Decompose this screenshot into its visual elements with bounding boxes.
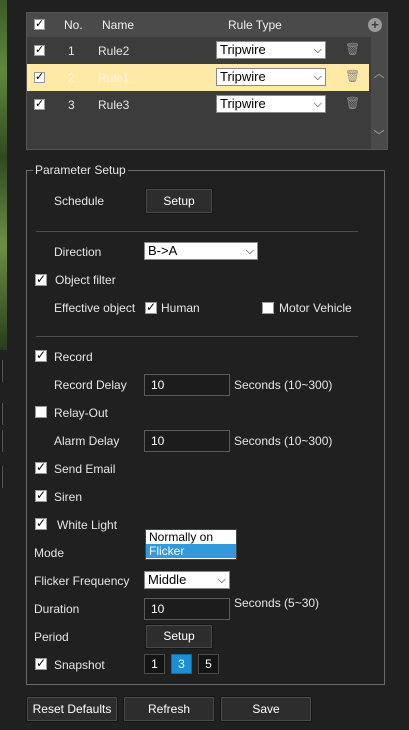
schedule-label: Schedule [54,194,105,208]
rule-type-select[interactable]: Tripwire ⌵ [216,95,326,113]
chevron-down-icon: ⌵ [245,244,254,257]
trash-icon[interactable]: 🗑 [345,70,360,83]
select-all-checkbox[interactable] [34,17,45,30]
reset-defaults-button[interactable]: Reset Defaults [26,696,118,722]
row-checkbox[interactable] [34,70,45,83]
row-name: Rule2 [98,44,130,58]
alarm-delay-unit: Seconds (10~300) [234,434,333,448]
row-checkbox[interactable] [34,43,45,56]
rule-type-select[interactable]: Tripwire ⌵ [216,68,326,86]
table-scrollbar[interactable]: ︿ ﹀ [371,37,387,149]
human-label: Human [161,301,200,315]
snapshot-option-5[interactable]: 5 [198,654,219,674]
white-light-checkbox[interactable] [35,516,47,530]
table-header: No. Name Rule Type + [27,13,387,37]
snapshot-option-3[interactable]: 3 [171,654,192,674]
add-rule-icon[interactable]: + [368,18,382,32]
record-delay-unit: Seconds (10~300) [234,378,333,392]
flicker-frequency-label: Flicker Frequency [34,574,130,588]
alarm-delay-label: Alarm Delay [54,434,120,448]
panel-title: Parameter Setup [33,163,128,177]
row-name: Rule3 [98,98,130,112]
record-delay-label: Record Delay [54,378,127,392]
row-no: 3 [68,98,75,112]
schedule-setup-button[interactable]: Setup [145,188,213,214]
preview-marker [0,403,3,425]
effective-object-label: Effective object [54,301,136,315]
mode-label: Mode [34,546,65,560]
mode-option-flicker[interactable]: Flicker [146,544,236,558]
preview-marker [0,430,3,452]
snapshot-label: Snapshot [54,658,105,672]
table-row[interactable]: 3 Rule3 Tripwire ⌵ 🗑 [27,91,369,118]
period-label: Period [34,630,69,644]
camera-preview [0,0,7,350]
relay-out-checkbox[interactable] [35,406,47,418]
relay-out-label: Relay-Out [54,406,109,420]
period-setup-button[interactable]: Setup [145,624,213,649]
chevron-down-icon[interactable]: ﹀ [373,127,385,143]
save-button[interactable]: Save [220,696,312,722]
chevron-down-icon: ⌵ [313,70,322,83]
record-checkbox[interactable] [35,348,47,362]
human-checkbox[interactable] [145,300,157,314]
record-delay-input[interactable]: 10 [144,374,230,396]
chevron-down-icon: ⌵ [313,43,322,56]
chevron-down-icon: ⌵ [217,573,226,586]
snapshot-checkbox[interactable] [35,656,47,670]
flicker-frequency-select[interactable]: Middle ⌵ [144,571,230,589]
alarm-delay-input[interactable]: 10 [144,430,230,452]
snapshot-option-1[interactable]: 1 [144,654,165,674]
rule-type-value: Tripwire [220,42,266,57]
object-filter-label: Object filter [55,273,116,287]
send-email-checkbox[interactable] [35,460,47,474]
chevron-down-icon: ⌵ [313,97,322,110]
direction-label: Direction [54,245,102,259]
row-name: Rule1 [98,71,130,85]
row-no: 1 [68,44,75,58]
duration-label: Duration [34,602,80,616]
header-name: Name [102,18,135,32]
motor-vehicle-checkbox[interactable] [262,302,274,314]
trash-icon[interactable]: 🗑 [345,97,360,110]
siren-label: Siren [54,490,83,504]
chevron-up-icon[interactable]: ︿ [373,65,385,81]
mode-option-normally-on[interactable]: Normally on [146,530,236,544]
rule-type-select[interactable]: Tripwire ⌵ [216,41,326,59]
send-email-label: Send Email [54,462,116,476]
record-label: Record [54,350,93,364]
siren-checkbox[interactable] [35,488,47,502]
mode-dropdown-list[interactable]: Normally on Flicker [145,529,237,560]
rule-table: No. Name Rule Type + 1 Rule2 Tripwire ⌵ … [26,12,388,150]
motor-vehicle-label: Motor Vehicle [279,301,352,315]
header-no: No. [64,18,83,32]
direction-select[interactable]: B->A ⌵ [144,242,258,260]
duration-input[interactable]: 10 [144,598,230,620]
flicker-frequency-value: Middle [148,572,187,587]
duration-unit: Seconds (5~30) [234,596,320,610]
table-row[interactable]: 2 Rule1 Tripwire ⌵ 🗑 [27,64,369,91]
white-light-label: White Light [57,518,118,532]
trash-icon[interactable]: 🗑 [345,43,360,56]
table-row[interactable]: 1 Rule2 Tripwire ⌵ 🗑 [27,37,369,64]
header-rule-type: Rule Type [228,18,282,32]
preview-marker [0,360,3,382]
row-no: 2 [68,71,75,85]
divider [36,231,358,232]
divider [36,336,358,337]
rule-type-value: Tripwire [220,69,266,84]
rule-type-value: Tripwire [220,96,266,111]
row-checkbox[interactable] [34,97,45,110]
direction-value: B->A [148,243,178,258]
refresh-button[interactable]: Refresh [123,696,215,722]
object-filter-checkbox[interactable] [35,272,47,286]
preview-marker [0,466,3,488]
